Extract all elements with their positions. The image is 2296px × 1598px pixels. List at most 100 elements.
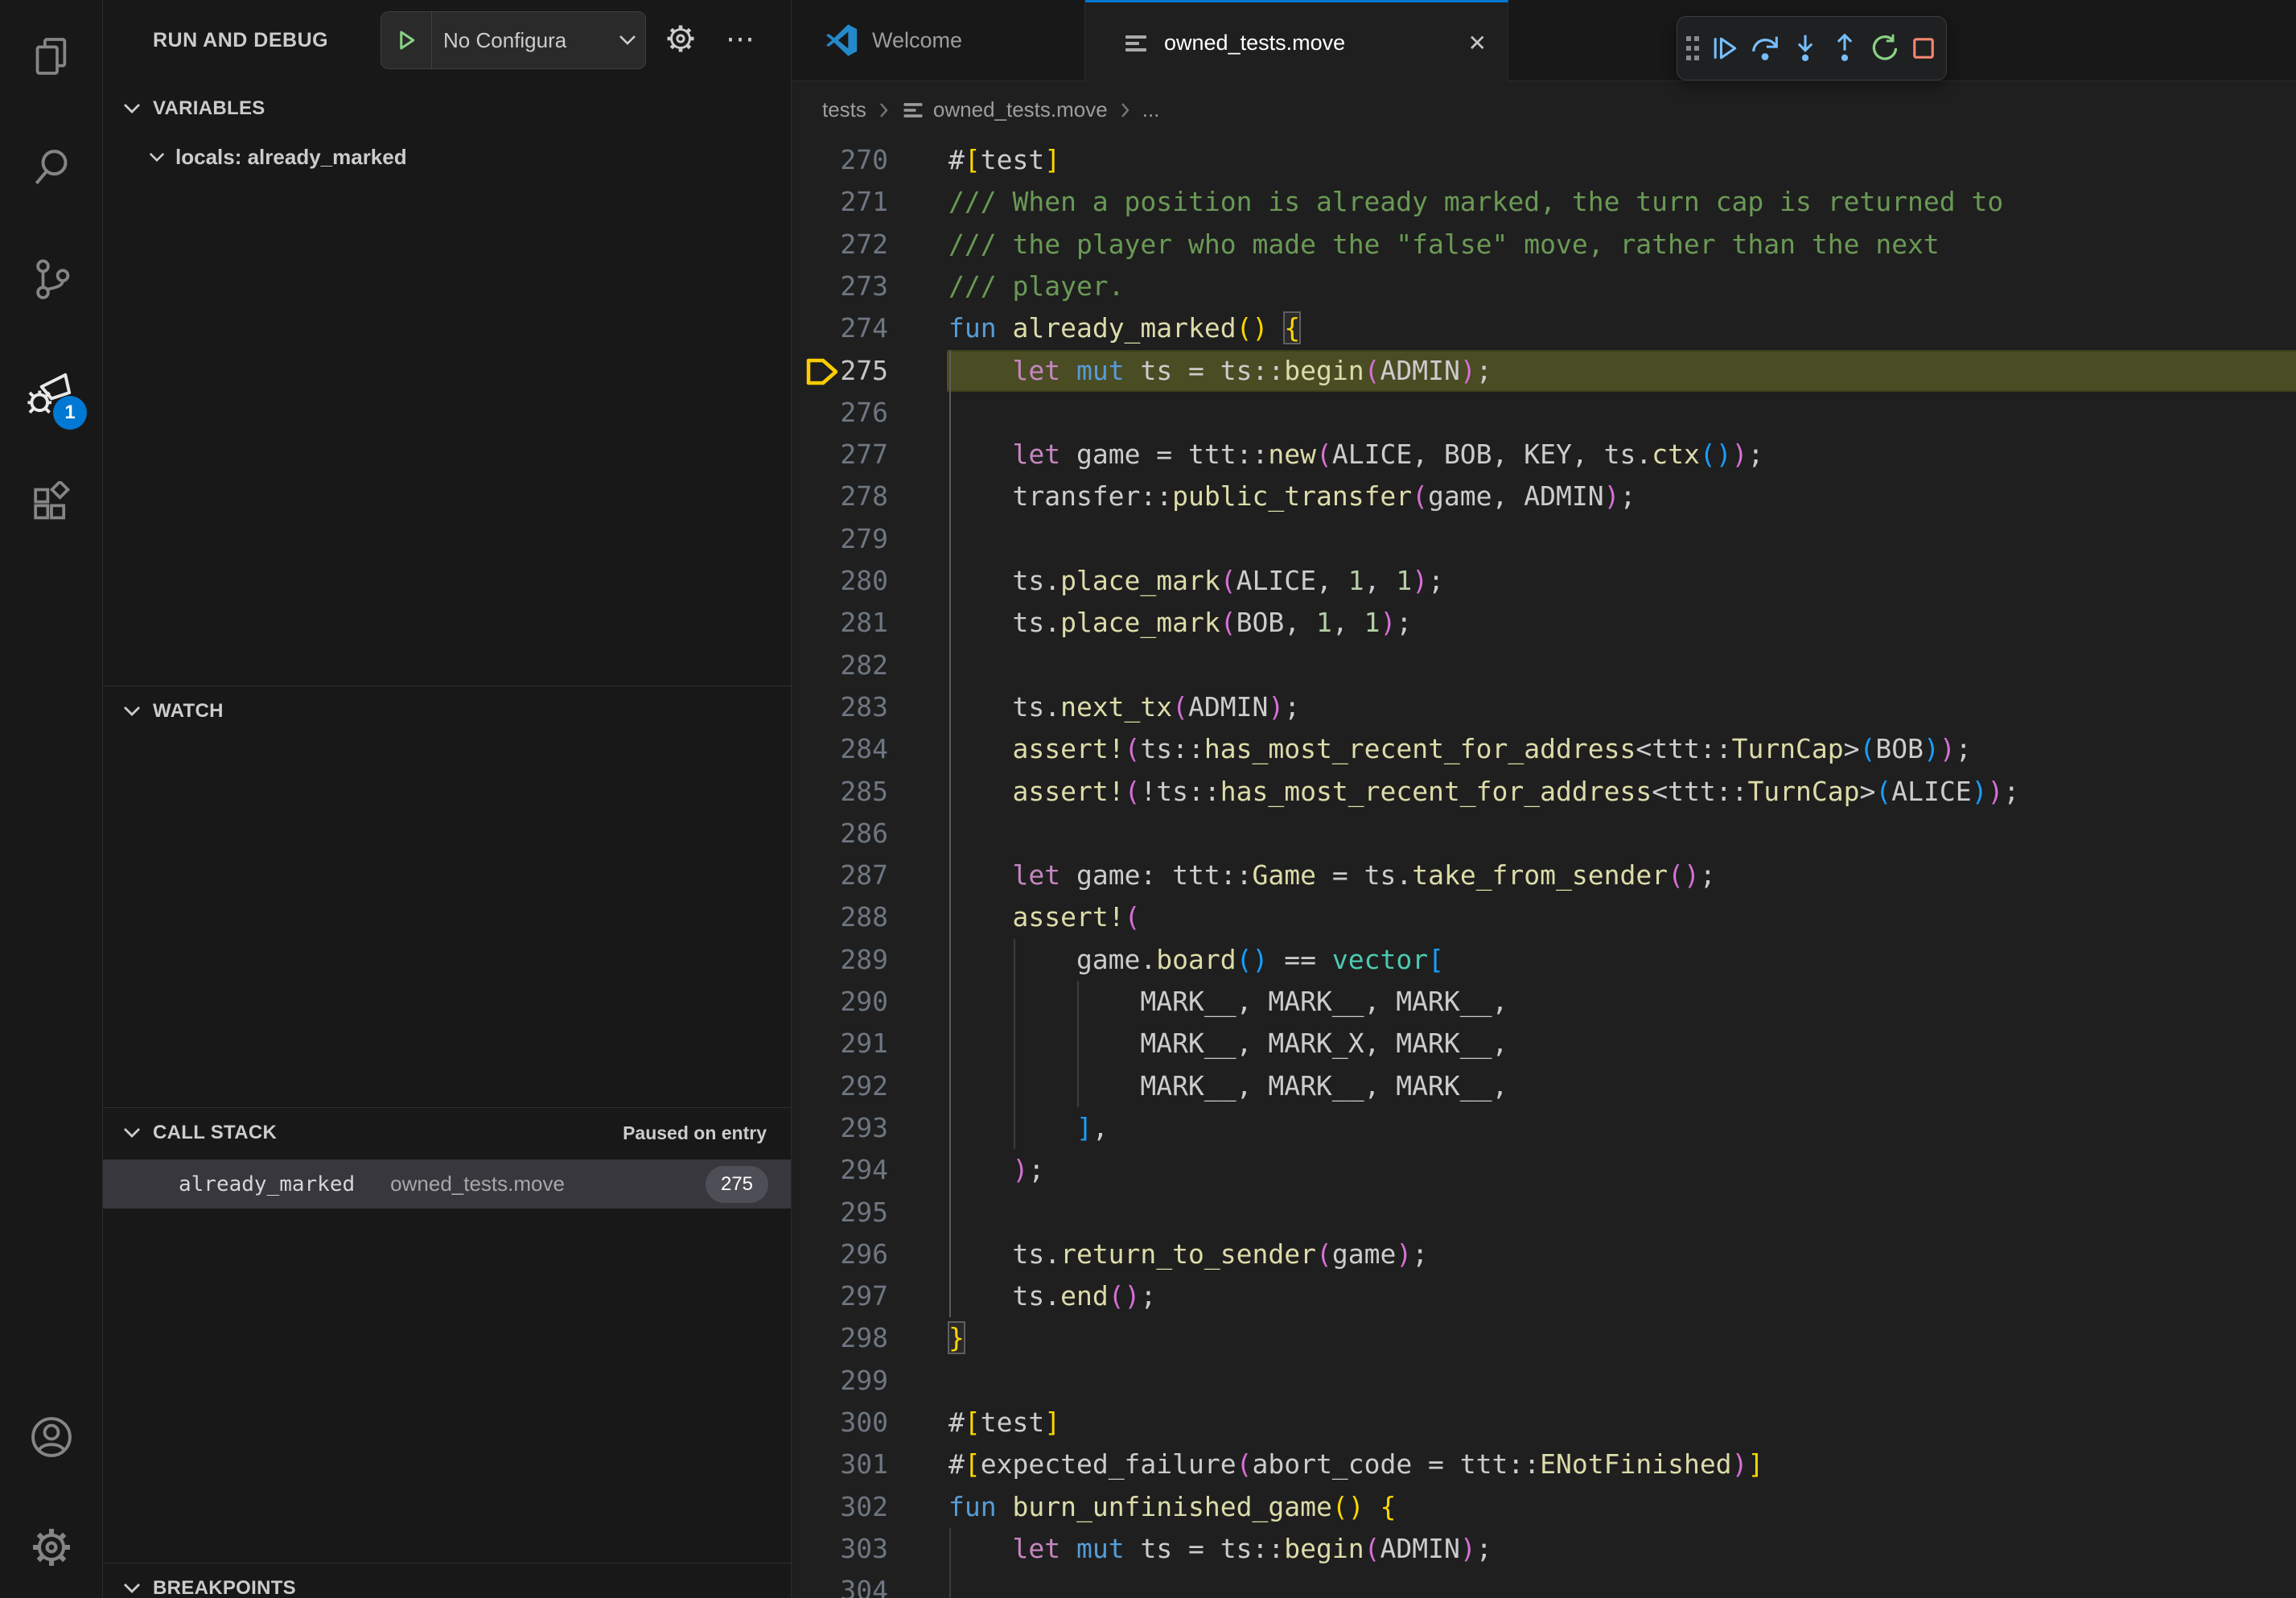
step-into-button[interactable] xyxy=(1789,32,1821,64)
line-number[interactable]: 276 xyxy=(792,392,888,434)
section-breakpoints[interactable]: BREAKPOINTS xyxy=(103,1563,791,1598)
line-number[interactable]: 277 xyxy=(792,434,888,476)
line-number[interactable]: 292 xyxy=(792,1065,888,1107)
code-line-280[interactable]: 280 ts.place_mark(ALICE, 1, 1); xyxy=(792,560,2296,603)
code-line-288[interactable]: 288 assert!( xyxy=(792,896,2296,939)
debug-config-control[interactable]: No Configura xyxy=(381,11,646,69)
code-line-298[interactable]: 298} xyxy=(792,1317,2296,1360)
code-editor[interactable]: 270#[test]271/// When a position is alre… xyxy=(792,139,2296,1598)
code-line-304[interactable]: 304 xyxy=(792,1570,2296,1598)
line-number[interactable]: 283 xyxy=(792,686,888,728)
line-number[interactable]: 287 xyxy=(792,855,888,896)
code-line-271[interactable]: 271/// When a position is already marked… xyxy=(792,181,2296,224)
line-number[interactable]: 284 xyxy=(792,728,888,770)
code-line-297[interactable]: 297 ts.end(); xyxy=(792,1275,2296,1318)
line-number[interactable]: 272 xyxy=(792,224,888,266)
line-number[interactable]: 278 xyxy=(792,476,888,517)
config-select[interactable]: No Configura xyxy=(432,28,610,53)
line-number[interactable]: 282 xyxy=(792,645,888,686)
source-control-icon[interactable] xyxy=(0,230,102,327)
code-line-284[interactable]: 284 assert!(ts::has_most_recent_for_addr… xyxy=(792,728,2296,771)
code-line-286[interactable]: 286 xyxy=(792,813,2296,855)
line-number[interactable]: 290 xyxy=(792,981,888,1023)
line-number[interactable]: 299 xyxy=(792,1360,888,1402)
account-icon[interactable] xyxy=(0,1389,102,1485)
section-call-stack[interactable]: CALL STACK Paused on entry xyxy=(103,1107,791,1158)
code-line-289[interactable]: 289 game.board() == vector[ xyxy=(792,939,2296,982)
code-line-290[interactable]: 290 MARK__, MARK__, MARK__, xyxy=(792,981,2296,1023)
line-number[interactable]: 295 xyxy=(792,1192,888,1234)
restart-button[interactable] xyxy=(1869,32,1901,64)
line-number[interactable]: 296 xyxy=(792,1234,888,1275)
breadcrumb-item[interactable]: ... xyxy=(1142,97,1160,122)
step-out-button[interactable] xyxy=(1829,32,1861,64)
continue-button[interactable] xyxy=(1709,32,1741,64)
code-line-300[interactable]: 300#[test] xyxy=(792,1402,2296,1444)
line-number[interactable]: 280 xyxy=(792,560,888,602)
debug-settings-gear-icon[interactable] xyxy=(656,14,705,63)
section-variables[interactable]: VARIABLES xyxy=(103,84,791,134)
breadcrumb-item[interactable]: owned_tests.move xyxy=(933,97,1108,122)
more-actions-icon[interactable]: ⋯ xyxy=(716,14,764,63)
step-over-button[interactable] xyxy=(1748,31,1782,65)
tab-welcome[interactable]: Welcome xyxy=(792,0,1085,80)
variables-locals-scope[interactable]: locals: already_marked xyxy=(103,134,791,180)
line-number[interactable]: 270 xyxy=(792,139,888,181)
code-line-275[interactable]: 275 let mut ts = ts::begin(ADMIN); xyxy=(792,350,2296,393)
code-line-273[interactable]: 273/// player. xyxy=(792,266,2296,308)
code-line-276[interactable]: 276 xyxy=(792,392,2296,435)
line-number[interactable]: 285 xyxy=(792,771,888,813)
code-line-299[interactable]: 299 xyxy=(792,1360,2296,1402)
code-line-282[interactable]: 282 xyxy=(792,645,2296,687)
run-and-debug-icon[interactable]: 1 xyxy=(0,344,102,441)
line-number[interactable]: 273 xyxy=(792,266,888,307)
code-line-274[interactable]: 274fun already_marked() { xyxy=(792,307,2296,350)
code-line-285[interactable]: 285 assert!(!ts::has_most_recent_for_add… xyxy=(792,771,2296,813)
code-line-294[interactable]: 294 ); xyxy=(792,1149,2296,1192)
line-number[interactable]: 300 xyxy=(792,1402,888,1444)
start-debug-icon[interactable] xyxy=(381,12,432,68)
section-watch[interactable]: WATCH xyxy=(103,686,791,736)
tab-owned-tests[interactable]: owned_tests.move ✕ xyxy=(1085,0,1508,84)
code-line-303[interactable]: 303 let mut ts = ts::begin(ADMIN); xyxy=(792,1528,2296,1571)
line-number[interactable]: 293 xyxy=(792,1107,888,1149)
code-line-301[interactable]: 301#[expected_failure(abort_code = ttt::… xyxy=(792,1444,2296,1486)
settings-gear-icon[interactable] xyxy=(0,1499,102,1596)
code-line-277[interactable]: 277 let game = ttt::new(ALICE, BOB, KEY,… xyxy=(792,434,2296,476)
line-number[interactable]: 291 xyxy=(792,1023,888,1065)
line-number[interactable]: 289 xyxy=(792,939,888,981)
explorer-icon[interactable] xyxy=(0,8,102,105)
line-number[interactable]: 298 xyxy=(792,1317,888,1359)
code-line-296[interactable]: 296 ts.return_to_sender(game); xyxy=(792,1234,2296,1276)
close-icon[interactable]: ✕ xyxy=(1468,32,1487,55)
search-icon[interactable] xyxy=(0,119,102,216)
line-number[interactable]: 304 xyxy=(792,1570,888,1598)
extensions-icon[interactable] xyxy=(0,455,102,552)
line-number[interactable]: 288 xyxy=(792,896,888,938)
code-line-281[interactable]: 281 ts.place_mark(BOB, 1, 1); xyxy=(792,602,2296,645)
line-number[interactable]: 301 xyxy=(792,1444,888,1485)
breadcrumb-item[interactable]: tests xyxy=(822,97,866,122)
code-line-278[interactable]: 278 transfer::public_transfer(game, ADMI… xyxy=(792,476,2296,518)
code-line-293[interactable]: 293 ], xyxy=(792,1107,2296,1150)
line-number[interactable]: 303 xyxy=(792,1528,888,1570)
code-line-302[interactable]: 302fun burn_unfinished_game() { xyxy=(792,1486,2296,1529)
call-stack-frame[interactable]: already_marked owned_tests.move 275 xyxy=(103,1159,791,1209)
code-line-270[interactable]: 270#[test] xyxy=(792,139,2296,182)
line-number[interactable]: 286 xyxy=(792,813,888,855)
line-number[interactable]: 294 xyxy=(792,1149,888,1191)
line-number[interactable]: 297 xyxy=(792,1275,888,1317)
code-line-272[interactable]: 272/// the player who made the "false" m… xyxy=(792,224,2296,266)
stop-button[interactable] xyxy=(1908,33,1939,64)
line-number[interactable]: 279 xyxy=(792,518,888,560)
code-line-283[interactable]: 283 ts.next_tx(ADMIN); xyxy=(792,686,2296,729)
code-line-291[interactable]: 291 MARK__, MARK_X, MARK__, xyxy=(792,1023,2296,1065)
code-line-292[interactable]: 292 MARK__, MARK__, MARK__, xyxy=(792,1065,2296,1108)
line-number[interactable]: 281 xyxy=(792,602,888,644)
toolbar-gripper[interactable] xyxy=(1685,35,1701,62)
line-number[interactable]: 302 xyxy=(792,1486,888,1528)
code-line-287[interactable]: 287 let game: ttt::Game = ts.take_from_s… xyxy=(792,855,2296,897)
line-number[interactable]: 271 xyxy=(792,181,888,223)
code-line-279[interactable]: 279 xyxy=(792,518,2296,561)
code-line-295[interactable]: 295 xyxy=(792,1192,2296,1234)
